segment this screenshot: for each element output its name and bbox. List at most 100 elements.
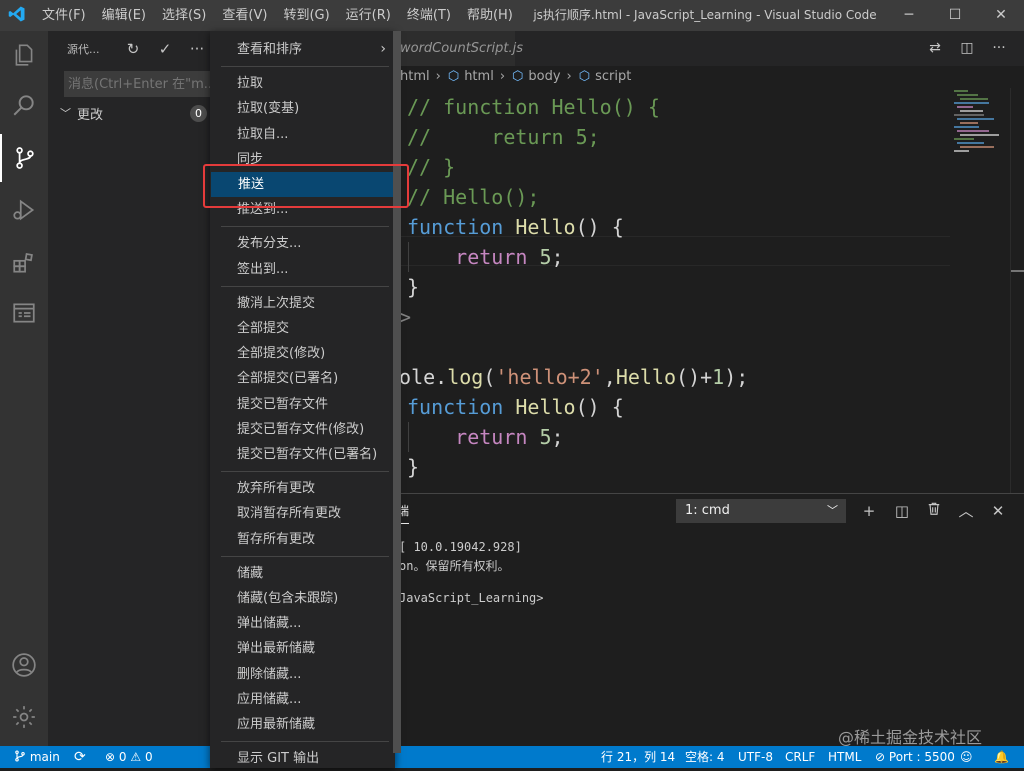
menu-item[interactable]: 发布分支...: [210, 231, 395, 256]
menu-item[interactable]: 储藏(包含未跟踪): [210, 586, 395, 611]
menu-item[interactable]: 签出到...: [210, 257, 395, 282]
menu-item-label: 应用储藏...: [237, 691, 302, 707]
commit-check-icon[interactable]: ✓: [149, 40, 181, 58]
menu-0[interactable]: 文件(F): [34, 0, 94, 31]
new-terminal-icon[interactable]: +: [857, 500, 881, 522]
error-icon: ⊗: [105, 750, 116, 764]
menu-item[interactable]: 储藏: [210, 561, 395, 586]
menu-item[interactable]: 应用最新储藏: [210, 712, 395, 737]
language-mode[interactable]: HTML: [828, 746, 861, 768]
kill-terminal-icon[interactable]: [922, 500, 946, 522]
menu-item[interactable]: 提交已暂存文件(已署名): [210, 442, 395, 467]
breadcrumb-item[interactable]: script: [595, 66, 631, 88]
feedback-icon[interactable]: ☺: [960, 746, 973, 768]
minimap-line: [954, 150, 969, 152]
commit-message-input[interactable]: [64, 71, 214, 97]
minimize-button[interactable]: ─: [886, 0, 932, 31]
extensions-icon[interactable]: [0, 239, 48, 287]
menu-item[interactable]: 撤消上次提交: [210, 291, 395, 316]
menu-item[interactable]: 拉取(变基): [210, 96, 395, 121]
menu-scrollbar[interactable]: [393, 31, 401, 753]
account-icon[interactable]: [0, 641, 48, 689]
source-control-icon[interactable]: [0, 134, 48, 182]
branch-name: main: [29, 750, 60, 764]
menu-item-label: 提交已暂存文件(已署名): [237, 447, 378, 462]
explorer-icon[interactable]: [0, 31, 48, 79]
menu-item[interactable]: 弹出储藏...: [210, 611, 395, 636]
minimap[interactable]: [950, 88, 1010, 493]
close-window-button[interactable]: ✕: [978, 0, 1024, 31]
breadcrumb-item[interactable]: html: [464, 66, 494, 88]
menu-item-label: 提交已暂存文件(修改): [237, 421, 365, 437]
minimap-line: [954, 138, 974, 140]
sidebar-title: 源代...: [67, 42, 100, 56]
menu-3[interactable]: 查看(V): [214, 0, 275, 31]
sync-icon[interactable]: ⟳: [74, 746, 86, 768]
menu-item[interactable]: 提交已暂存文件: [210, 392, 395, 417]
menu-2[interactable]: 选择(S): [154, 0, 214, 31]
port-label: Port : 5500: [888, 750, 955, 764]
branch-indicator[interactable]: main: [14, 746, 60, 768]
menu-item-label: 拉取: [237, 76, 264, 92]
editor-scrollbar[interactable]: [1010, 88, 1024, 493]
menu-item[interactable]: 显示 GIT 输出: [210, 746, 395, 771]
terminal-select[interactable]: 1: cmd ﹀: [676, 499, 846, 523]
code-line: // return 5;: [407, 125, 600, 149]
notifications-icon[interactable]: 🔔: [994, 746, 1009, 768]
menu-item[interactable]: 全部提交: [210, 316, 395, 341]
menu-item[interactable]: 全部提交(修改): [210, 341, 395, 366]
cursor-position[interactable]: 行 21，列 14: [601, 746, 675, 768]
editor-more-icon[interactable]: ···: [983, 31, 1015, 66]
refresh-icon[interactable]: ↻: [117, 40, 149, 58]
menu-separator: [221, 66, 389, 68]
source-control-sidebar: 源代... ↻ ✓ ··· ﹀ 更改 0: [48, 31, 215, 746]
split-terminal-icon[interactable]: ◫: [890, 500, 914, 522]
maximize-button[interactable]: ☐: [932, 0, 978, 31]
menu-item[interactable]: 拉取自...: [210, 122, 395, 147]
menu-item[interactable]: 拉取: [210, 71, 395, 96]
open-changes-icon[interactable]: ⇄: [919, 31, 951, 66]
minimap-line: [954, 114, 984, 116]
problems-indicator[interactable]: ⊗ 0 ⚠ 0: [105, 746, 153, 768]
menu-item[interactable]: 取消暂存所有更改: [210, 501, 395, 526]
indentation[interactable]: 空格: 4: [685, 746, 725, 768]
menu-4[interactable]: 转到(G): [275, 0, 337, 31]
chevron-right-icon: ›: [435, 69, 441, 84]
more-actions-icon[interactable]: ···: [181, 40, 213, 58]
menu-item[interactable]: 提交已暂存文件(修改): [210, 417, 395, 442]
run-debug-icon[interactable]: [0, 186, 48, 234]
close-panel-icon[interactable]: ✕: [986, 500, 1010, 522]
minimap-line: [960, 134, 999, 136]
minimap-line: [957, 142, 984, 144]
breadcrumb-item[interactable]: html: [400, 66, 430, 88]
split-editor-icon[interactable]: ◫: [951, 31, 983, 66]
menu-item-label: 拉取(变基): [237, 101, 300, 117]
menu-6[interactable]: 终端(T): [399, 0, 459, 31]
menu-item[interactable]: 弹出最新储藏: [210, 636, 395, 661]
chevron-right-icon: ›: [380, 41, 386, 57]
code-line: }: [407, 275, 420, 299]
remote-explorer-icon[interactable]: [0, 289, 48, 337]
menu-7[interactable]: 帮助(H): [459, 0, 521, 31]
menu-item[interactable]: 全部提交(已署名): [210, 366, 395, 391]
encoding[interactable]: UTF-8: [738, 746, 773, 768]
menu-item[interactable]: 查看和排序 ›: [210, 37, 395, 62]
menu-item[interactable]: 应用储藏...: [210, 687, 395, 712]
menu-5[interactable]: 运行(R): [338, 0, 399, 31]
terminal-select-value: 1: cmd: [685, 503, 730, 518]
menu-item[interactable]: 删除储藏...: [210, 662, 395, 687]
menu-1[interactable]: 编辑(E): [94, 0, 154, 31]
end-of-line[interactable]: CRLF: [785, 746, 815, 768]
changes-group[interactable]: ﹀ 更改 0: [48, 102, 215, 124]
minimap-line: [957, 94, 978, 96]
menu-item[interactable]: 放弃所有更改: [210, 476, 395, 501]
live-server-port[interactable]: ⊘ Port : 5500: [875, 746, 955, 768]
maximize-panel-icon[interactable]: ︿: [954, 500, 978, 522]
code-line: // function Hello() {: [407, 95, 660, 119]
menu-separator: [221, 555, 389, 557]
chevron-right-icon: ›: [499, 69, 506, 84]
search-icon[interactable]: [0, 81, 48, 129]
menu-item[interactable]: 暂存所有更改: [210, 527, 395, 552]
manage-gear-icon[interactable]: [0, 693, 48, 741]
breadcrumb-item[interactable]: body: [528, 66, 560, 88]
